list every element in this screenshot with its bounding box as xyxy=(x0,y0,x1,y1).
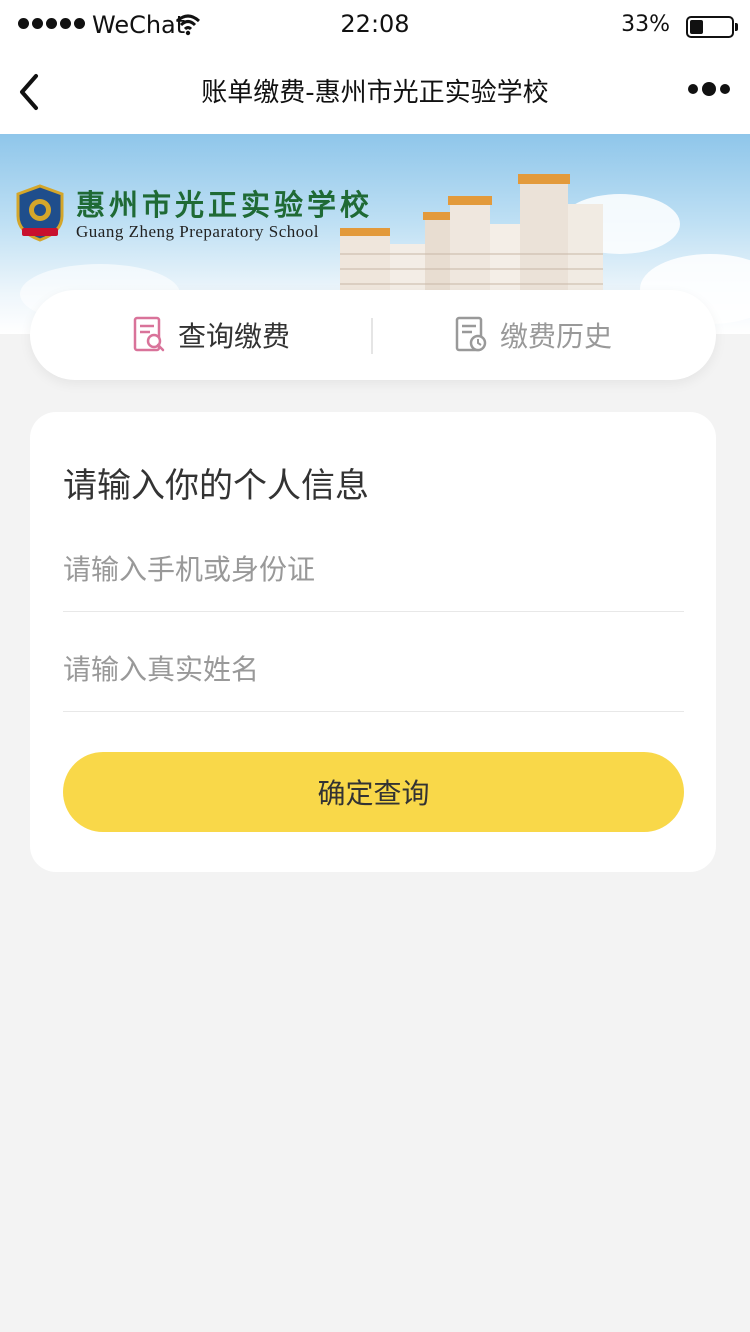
battery-percent: 33% xyxy=(621,12,670,37)
status-bar: WeChat 22:08 33% xyxy=(0,0,750,52)
phone-id-field-wrapper xyxy=(63,522,684,612)
tab-payment-history[interactable]: 缴费历史 xyxy=(454,290,612,380)
tab-bar: 查询缴费 缴费历史 xyxy=(30,290,716,380)
personal-info-form: 请输入你的个人信息 确定查询 xyxy=(30,412,716,872)
school-emblem-logo xyxy=(16,184,64,242)
school-name-english: Guang Zheng Preparatory School xyxy=(76,222,320,241)
tab-query-payment[interactable]: 查询缴费 xyxy=(132,290,290,380)
form-title: 请输入你的个人信息 xyxy=(63,466,369,506)
phone-or-id-input[interactable] xyxy=(63,522,684,611)
tab-divider xyxy=(371,318,373,354)
tab-query-label: 查询缴费 xyxy=(178,320,291,353)
document-clock-icon xyxy=(455,316,487,352)
real-name-input[interactable] xyxy=(63,622,684,711)
more-button[interactable] xyxy=(688,82,730,96)
battery-icon xyxy=(686,16,738,38)
more-dots-icon xyxy=(688,84,698,94)
battery-level-fill xyxy=(690,20,703,34)
tab-history-label: 缴费历史 xyxy=(500,320,613,353)
confirm-query-button[interactable]: 确定查询 xyxy=(63,752,684,832)
page-title: 账单缴费-惠州市光正实验学校 xyxy=(201,78,549,108)
document-search-icon xyxy=(133,316,165,352)
navigation-bar: 账单缴费-惠州市光正实验学校 xyxy=(0,52,750,134)
real-name-field-wrapper xyxy=(63,622,684,712)
